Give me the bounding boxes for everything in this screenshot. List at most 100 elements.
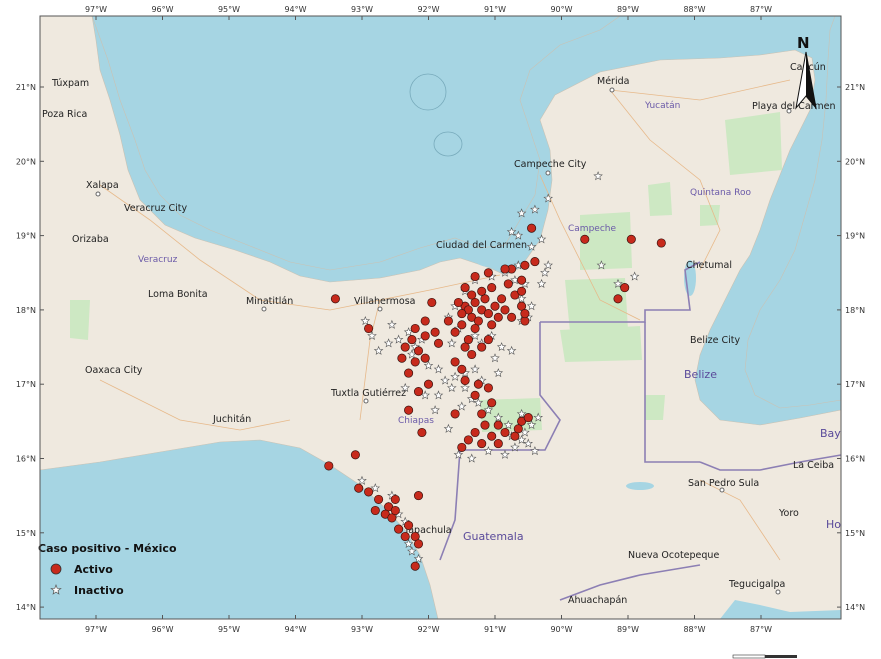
active-case-marker	[527, 223, 537, 233]
active-case-marker	[410, 357, 420, 367]
active-case-marker	[500, 427, 510, 438]
active-case-marker	[430, 327, 440, 337]
bottom-tick-label: 94°W	[284, 625, 306, 634]
place-guatemala: Guatemala	[463, 530, 524, 543]
active-case-marker	[483, 383, 493, 393]
active-case-marker	[490, 301, 500, 311]
place-veracruz: Veracruz	[138, 255, 178, 265]
active-case-marker	[483, 335, 493, 345]
active-case-marker	[473, 379, 483, 389]
place-orizaba: Orizaba	[72, 234, 109, 245]
top-tick-label: 92°W	[417, 5, 439, 14]
place-belize: Belize	[684, 368, 717, 381]
left-tick-label: 19°N	[16, 232, 36, 241]
active-case-marker	[404, 405, 414, 415]
bottom-tick-label: 96°W	[151, 625, 173, 634]
active-case-marker	[364, 487, 374, 497]
bottom-tick-label: 87°W	[750, 625, 772, 634]
active-case-marker	[324, 461, 334, 471]
place-tuxpam: Túxpam	[51, 78, 89, 89]
active-case-marker	[520, 309, 530, 319]
active-case-marker	[470, 427, 480, 438]
active-case-marker	[473, 316, 483, 326]
active-case-marker	[480, 420, 490, 430]
active-case-marker	[457, 320, 467, 330]
place-merida: Mérida	[597, 76, 629, 87]
active-case-marker	[477, 286, 487, 296]
scale-bar	[732, 654, 797, 659]
active-case-marker	[407, 335, 417, 345]
active-case-marker	[613, 294, 623, 304]
left-tick-label: 14°N	[16, 603, 36, 612]
place-chetumal: Chetumal	[686, 260, 732, 271]
right-tick-label: 21°N	[845, 83, 865, 92]
bottom-tick-label: 93°W	[351, 625, 373, 634]
active-case-marker	[487, 431, 497, 441]
left-tick-label: 16°N	[16, 455, 36, 464]
active-case-marker	[487, 320, 497, 330]
active-case-marker	[330, 294, 340, 304]
active-case-marker	[620, 283, 630, 293]
active-case-marker	[467, 290, 477, 300]
top-tick-label: 93°W	[351, 5, 373, 14]
place-campeche-city: Campeche City	[514, 159, 587, 170]
place-xalapa: Xalapa	[86, 180, 119, 191]
map[interactable]: 97°W 96°W 95°W 94°W 93°W 92°W 91°W 90°W 89°W 88°W…	[0, 0, 881, 659]
active-case-marker	[413, 387, 424, 397]
lake-izabal	[626, 482, 654, 490]
active-case-marker	[463, 335, 473, 345]
left-tick-label: 20°N	[16, 157, 36, 166]
active-case-marker	[410, 561, 420, 571]
top-tick-label: 87°W	[750, 5, 772, 14]
active-case-marker	[404, 368, 414, 378]
active-case-marker	[477, 409, 487, 419]
active-case-marker	[457, 364, 467, 374]
active-case-marker	[450, 327, 460, 337]
bottom-tick-label: 91°W	[484, 625, 506, 634]
place-chiapas: Chiapas	[398, 416, 434, 426]
left-tick-label: 17°N	[16, 380, 36, 389]
active-case-marker	[487, 398, 497, 408]
active-case-marker	[487, 283, 497, 293]
legend-title: Caso positivo - México	[38, 542, 177, 555]
active-case-marker	[450, 357, 460, 367]
bottom-tick-label: 97°W	[85, 625, 107, 634]
active-case-marker	[470, 323, 480, 334]
bottom-tick-label: 95°W	[218, 625, 240, 634]
active-case-marker	[443, 316, 453, 326]
active-case-marker	[483, 309, 493, 319]
active-case-marker	[400, 531, 410, 542]
place-ciudad-del-carmen: Ciudad del Carmen	[436, 240, 527, 251]
active-case-marker	[417, 427, 427, 438]
bottom-tick-label: 90°W	[550, 625, 572, 634]
place-playa-del-carmen: Playa del Carmen	[752, 101, 836, 112]
active-case-marker	[477, 342, 487, 352]
active-case-marker	[503, 279, 513, 289]
active-case-marker	[523, 413, 533, 423]
active-case-marker	[420, 353, 430, 363]
active-case-marker	[413, 539, 424, 549]
active-case-marker	[460, 283, 470, 293]
active-case-marker	[463, 435, 473, 445]
legend-inactive-label: Inactivo	[74, 584, 124, 597]
top-tick-label: 88°W	[683, 5, 705, 14]
place-poza-rica: Poza Rica	[42, 109, 87, 120]
active-case-marker	[370, 505, 380, 516]
active-case-marker	[470, 297, 480, 308]
active-case-marker	[423, 379, 434, 389]
active-case-marker	[493, 439, 503, 449]
top-tick-label: 95°W	[218, 5, 240, 14]
place-bay: Bay	[820, 427, 841, 440]
place-belize-city: Belize City	[690, 335, 740, 346]
right-tick-label: 17°N	[845, 380, 865, 389]
place-la-ceiba: La Ceiba	[793, 460, 834, 471]
active-case-marker	[433, 338, 444, 348]
top-tick-label: 96°W	[151, 5, 173, 14]
active-case-marker	[517, 275, 527, 285]
active-case-marker	[397, 353, 407, 363]
active-case-marker	[420, 331, 430, 341]
active-case-marker	[354, 483, 364, 493]
place-yoro: Yoro	[778, 508, 799, 519]
active-case-marker	[390, 505, 400, 516]
active-case-marker	[477, 439, 487, 449]
